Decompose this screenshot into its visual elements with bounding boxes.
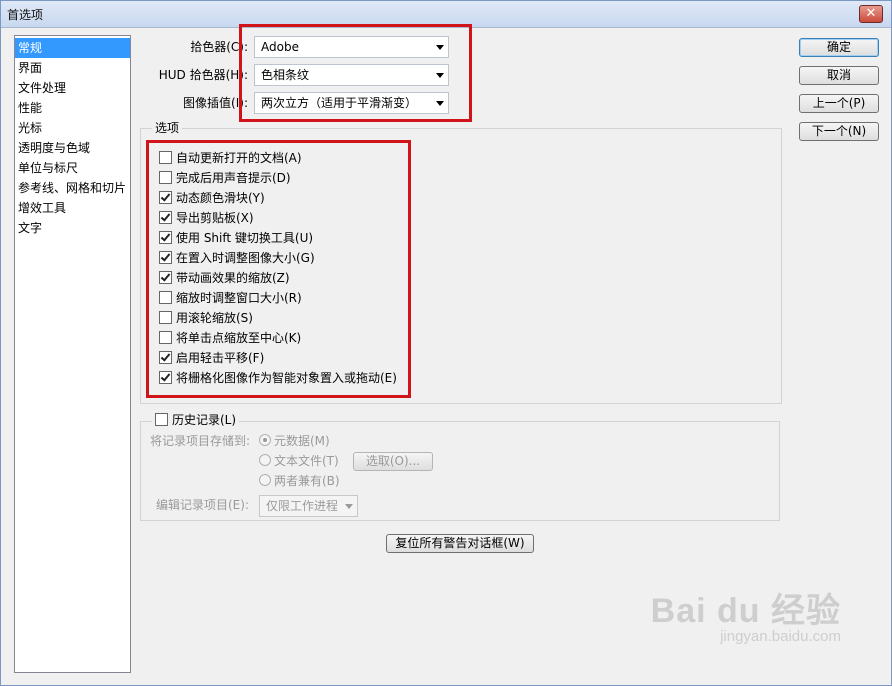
sidebar-item-transparency-gamut[interactable]: 透明度与色域 <box>15 138 130 158</box>
watermark-line1: Bai du 经验 <box>650 592 841 630</box>
image-interpolation-label: 图像插值(I): <box>183 96 248 110</box>
baidu-watermark: Bai du 经验 jingyan.baidu.com <box>651 583 841 645</box>
radio-text-file[interactable]: 文本文件(T) <box>259 453 339 469</box>
chevron-down-icon <box>345 504 353 509</box>
edit-log-label: 编辑记录项目(E): <box>156 498 249 512</box>
radio-button[interactable] <box>259 474 271 486</box>
category-list[interactable]: 常规 界面 文件处理 性能 光标 透明度与色域 单位与标尺 参考线、网格和切片 … <box>14 35 131 673</box>
hud-color-picker-label: HUD 拾色器(H): <box>158 68 248 82</box>
color-picker-label: 拾色器(C): <box>190 40 248 54</box>
sidebar-item-performance[interactable]: 性能 <box>15 98 130 118</box>
history-save-to-label: 将记录项目存储到: <box>150 434 251 448</box>
radio-both[interactable]: 两者兼有(B) <box>259 473 340 489</box>
radio-label: 文本文件(T) <box>274 454 339 468</box>
sidebar-item-cursors[interactable]: 光标 <box>15 118 130 138</box>
highlight-box-top-settings <box>239 24 472 122</box>
preferences-dialog: 首选项 ✕ 常规 界面 文件处理 性能 光标 透明度与色域 单位与标尺 参考线、… <box>0 0 892 686</box>
history-title: 历史记录(L) <box>172 413 237 427</box>
ok-button[interactable]: 确定 <box>799 38 879 57</box>
radio-label: 元数据(M) <box>274 434 330 448</box>
sidebar-item-interface[interactable]: 界面 <box>15 58 130 78</box>
edit-log-value: 仅限工作进程 <box>266 499 339 513</box>
history-checkbox[interactable] <box>155 413 168 426</box>
choose-button[interactable]: 选取(O)... <box>353 452 433 471</box>
sidebar-item-guides-grid-slices[interactable]: 参考线、网格和切片 <box>15 178 130 198</box>
radio-button[interactable] <box>259 454 271 466</box>
window-title: 首选项 <box>7 8 44 22</box>
radio-metadata[interactable]: 元数据(M) <box>259 433 330 449</box>
radio-button[interactable] <box>259 434 271 446</box>
radio-label: 两者兼有(B) <box>274 474 340 488</box>
highlight-box-options <box>146 140 411 398</box>
options-group-title: 选项 <box>152 120 183 136</box>
next-button[interactable]: 下一个(N) <box>799 122 879 141</box>
sidebar-item-general[interactable]: 常规 <box>15 38 130 58</box>
reset-warnings-button[interactable]: 复位所有警告对话框(W) <box>386 534 534 553</box>
sidebar-item-type[interactable]: 文字 <box>15 218 130 238</box>
cancel-button[interactable]: 取消 <box>799 66 879 85</box>
sidebar-item-file-handling[interactable]: 文件处理 <box>15 78 130 98</box>
edit-log-select[interactable]: 仅限工作进程 <box>259 495 358 517</box>
prev-button[interactable]: 上一个(P) <box>799 94 879 113</box>
close-icon[interactable]: ✕ <box>859 5 883 23</box>
history-group-title[interactable]: 历史记录(L) <box>152 412 240 428</box>
sidebar-item-units-rulers[interactable]: 单位与标尺 <box>15 158 130 178</box>
sidebar-item-plugins[interactable]: 增效工具 <box>15 198 130 218</box>
